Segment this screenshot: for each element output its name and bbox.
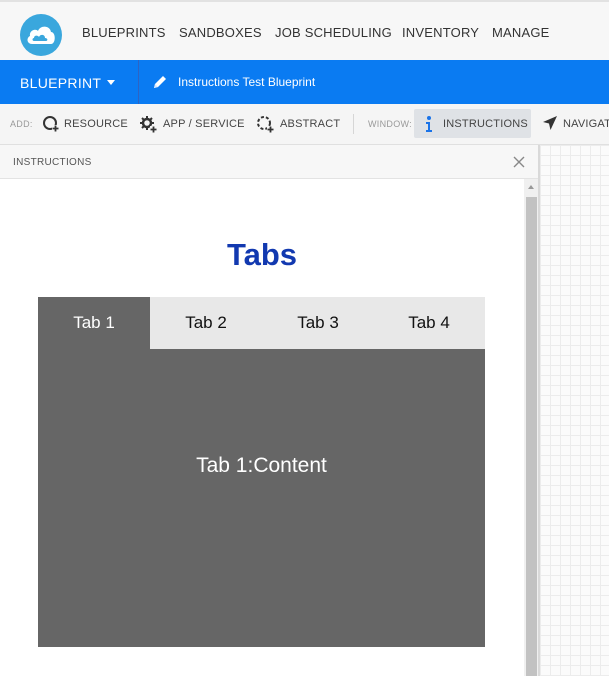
tab-3[interactable]: Tab 3 (262, 297, 374, 349)
tab-content-text: Tab 1:Content (196, 454, 327, 477)
add-resource-button[interactable]: RESOURCE (64, 118, 128, 130)
navigator-button[interactable]: NAVIGAT (563, 118, 609, 130)
close-icon[interactable] (512, 155, 526, 169)
nav-sandboxes[interactable]: SANDBOXES (179, 25, 262, 40)
content-heading: Tabs (226, 237, 298, 272)
caret-down-icon (107, 80, 115, 85)
blueprint-dropdown-label: BLUEPRINT (20, 75, 102, 91)
add-app-service-button[interactable]: APP / SERVICE (163, 118, 245, 130)
nav-blueprints[interactable]: BLUEPRINTS (82, 25, 166, 40)
scroll-up-icon[interactable] (528, 185, 534, 189)
nav-job-scheduling[interactable]: JOB SCHEDULING (275, 25, 392, 40)
blueprint-bar: BLUEPRINT Instructions Test Blueprint (0, 60, 609, 104)
info-icon[interactable] (424, 115, 434, 133)
tab-2[interactable]: Tab 2 (150, 297, 262, 349)
tab-content-panel: Tab 1:Content (38, 349, 485, 647)
tab-strip: Tab 1 Tab 2 Tab 3 Tab 4 (38, 297, 485, 349)
add-resource-icon[interactable] (42, 115, 59, 132)
app-service-icon[interactable] (139, 115, 157, 133)
cloud-icon (27, 26, 55, 44)
tab-1[interactable]: Tab 1 (38, 297, 150, 349)
abstract-icon[interactable] (256, 115, 274, 133)
nav-inventory[interactable]: INVENTORY (402, 25, 479, 40)
scrollbar-thumb[interactable] (526, 197, 537, 676)
cloudshell-logo[interactable] (20, 14, 62, 56)
pencil-icon[interactable] (152, 74, 168, 90)
add-label: ADD: (10, 119, 33, 129)
panel-title: INSTRUCTIONS (13, 157, 92, 168)
blueprint-canvas[interactable] (540, 145, 609, 676)
top-navigation: BLUEPRINTS SANDBOXES JOB SCHEDULING INVE… (0, 0, 609, 60)
blueprint-dropdown[interactable]: BLUEPRINT (0, 60, 139, 104)
toolbar-divider (353, 114, 354, 134)
blueprint-title[interactable]: Instructions Test Blueprint (178, 75, 315, 89)
instructions-panel-header: INSTRUCTIONS (0, 145, 540, 179)
nav-manage[interactable]: MANAGE (492, 25, 550, 40)
navigator-arrow-icon[interactable] (542, 115, 558, 131)
add-abstract-button[interactable]: ABSTRACT (280, 118, 340, 130)
tab-4[interactable]: Tab 4 (373, 297, 485, 349)
window-label: WINDOW: (368, 119, 412, 129)
instructions-label[interactable]: INSTRUCTIONS (443, 118, 528, 130)
